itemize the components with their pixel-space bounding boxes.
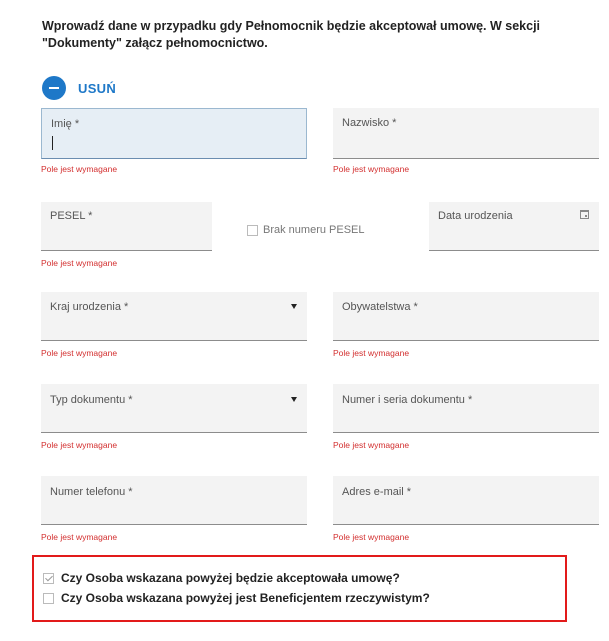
email-label: Adres e-mail * [342, 486, 412, 498]
beneficiary-label: Czy Osoba wskazana powyżej jest Beneficj… [61, 591, 430, 605]
email-field[interactable]: Adres e-mail * [333, 476, 599, 525]
birth-date-field[interactable]: Data urodzenia [429, 202, 599, 251]
phone-error: Pole jest wymagane [41, 532, 118, 542]
minus-icon [42, 76, 66, 100]
remove-button[interactable]: USUŃ [42, 76, 116, 100]
no-pesel-checkbox[interactable]: Brak numeru PESEL [247, 224, 365, 236]
accept-option[interactable]: Czy Osoba wskazana powyżej będzie akcept… [43, 571, 400, 585]
first-name-error: Pole jest wymagane [41, 164, 118, 174]
beneficiary-option[interactable]: Czy Osoba wskazana powyżej jest Beneficj… [43, 591, 430, 605]
birth-date-label: Data urodzenia [438, 210, 513, 222]
calendar-icon[interactable] [580, 210, 589, 219]
first-name-field[interactable]: Imię * [41, 108, 307, 159]
last-name-field[interactable]: Nazwisko * [333, 108, 599, 159]
last-name-label: Nazwisko * [342, 117, 397, 129]
pesel-field[interactable]: PESEL * [41, 202, 212, 251]
remove-label: USUŃ [78, 80, 117, 96]
document-type-label: Typ dokumentu * [50, 394, 133, 406]
document-number-error: Pole jest wymagane [333, 440, 410, 450]
highlight-box [32, 555, 567, 622]
dropdown-arrow-icon [291, 397, 297, 402]
accept-label: Czy Osoba wskazana powyżej będzie akcept… [61, 571, 400, 585]
citizenship-error: Pole jest wymagane [333, 348, 410, 358]
intro-text: Wprowadź dane w przypadku gdy Pełnomocni… [42, 19, 541, 50]
pesel-label: PESEL * [50, 210, 93, 222]
phone-label: Numer telefonu * [50, 486, 133, 498]
document-type-select[interactable]: Typ dokumentu * [41, 384, 307, 433]
text-cursor [52, 136, 53, 150]
email-error: Pole jest wymagane [333, 532, 410, 542]
document-number-label: Numer i seria dokumentu * [342, 394, 473, 406]
no-pesel-box[interactable] [247, 224, 258, 236]
birth-country-select[interactable]: Kraj urodzenia * [41, 292, 307, 341]
dropdown-arrow-icon [291, 304, 297, 309]
birth-country-label: Kraj urodzenia * [50, 301, 129, 313]
citizenship-label: Obywatelstwa * [342, 301, 418, 313]
document-number-field[interactable]: Numer i seria dokumentu * [333, 384, 599, 433]
last-name-error: Pole jest wymagane [333, 164, 410, 174]
citizenship-field[interactable]: Obywatelstwa * [333, 292, 599, 341]
phone-field[interactable]: Numer telefonu * [41, 476, 307, 525]
document-type-error: Pole jest wymagane [41, 440, 118, 450]
birth-country-error: Pole jest wymagane [41, 348, 118, 358]
no-pesel-label: Brak numeru PESEL [263, 224, 365, 236]
accept-checkbox[interactable] [43, 572, 54, 584]
pesel-error: Pole jest wymagane [41, 258, 118, 268]
beneficiary-checkbox[interactable] [43, 592, 54, 604]
first-name-label: Imię * [51, 118, 80, 130]
